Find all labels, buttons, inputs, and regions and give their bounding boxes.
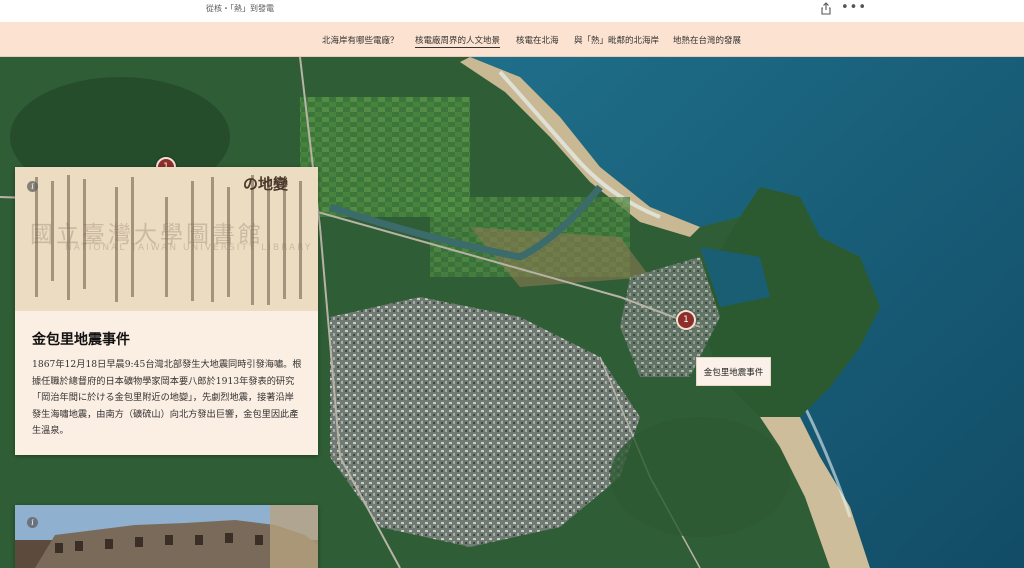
story-card: の地變 國立臺灣大學圖書館 NATIONAL TAIWAN UNIVERSITY… — [15, 167, 318, 455]
info-icon-next[interactable]: i — [27, 517, 38, 528]
more-options-icon[interactable]: ••• — [841, 1, 867, 15]
nav-item-power-plants[interactable]: 北海岸有哪些電廠？ — [322, 34, 399, 46]
map-marker-label[interactable]: 金包里地震事件 — [696, 357, 771, 386]
nav-item-geothermal-taiwan[interactable]: 地熱在台灣的發展 — [673, 34, 741, 46]
newspaper-headline: の地變 — [243, 175, 289, 193]
card-title: 金包里地震事件 — [32, 332, 130, 348]
top-bar: 從核・「熱」到發電 ••• — [0, 0, 1024, 22]
story-card-next: i — [15, 505, 318, 568]
building-photo — [15, 505, 318, 568]
nav-item-cultural-landscape[interactable]: 核電廠周界的人文地景 — [415, 34, 501, 48]
share-icon[interactable] — [820, 2, 832, 16]
nav-item-hot-north-coast[interactable]: 與「熱」毗鄰的北海岸 — [574, 34, 659, 46]
library-watermark-english: NATIONAL TAIWAN UNIVERSITY LIBRARY — [65, 243, 313, 253]
nav-item-nuclear-north-coast[interactable]: 核電在北海 — [516, 34, 559, 46]
story-title: 從核・「熱」到發電 — [206, 4, 274, 13]
card-body: 1867年12月18日早晨9:45台灣北部發生大地震同時引發海嘯。根據任職於總督… — [32, 359, 302, 436]
newspaper-image: の地變 國立臺灣大學圖書館 NATIONAL TAIWAN UNIVERSITY… — [15, 167, 318, 311]
info-icon[interactable]: i — [27, 181, 38, 192]
map-marker-jinbaoli-earthquake[interactable]: 1 — [676, 310, 696, 330]
section-nav: 北海岸有哪些電廠？ 核電廠周界的人文地景 核電在北海 與「熱」毗鄰的北海岸 地熱… — [0, 22, 1024, 57]
